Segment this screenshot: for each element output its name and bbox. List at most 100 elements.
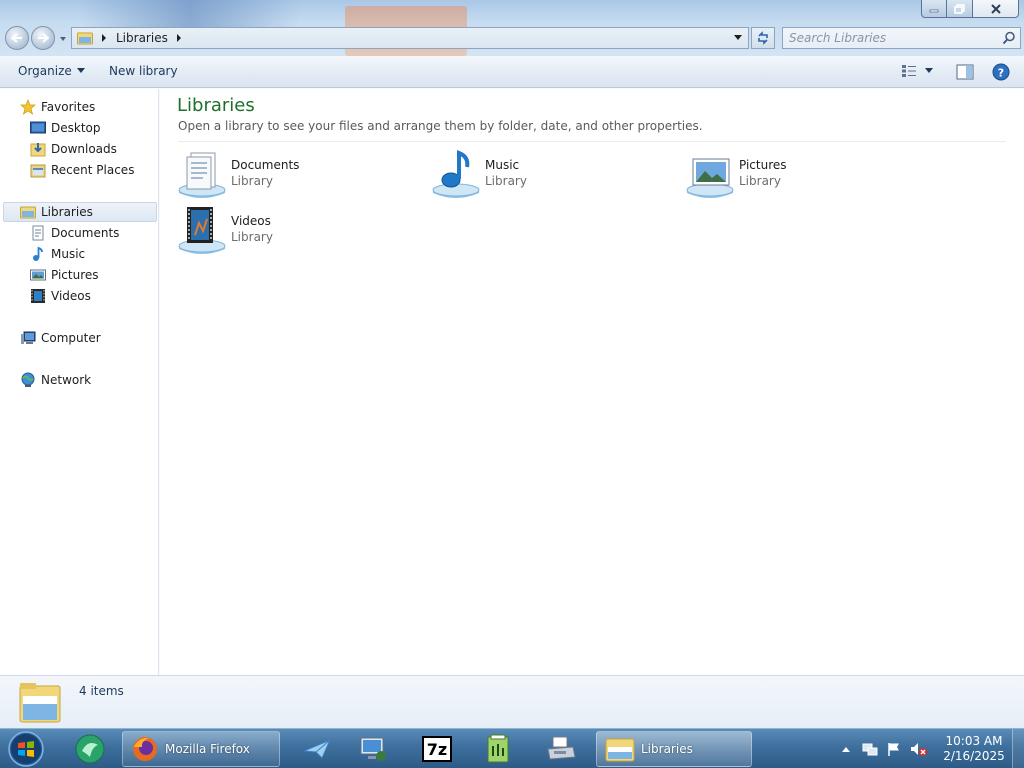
documents-library-icon bbox=[178, 152, 226, 198]
clock[interactable]: 10:03 AM 2/16/2025 bbox=[940, 734, 1008, 764]
green-app-icon bbox=[75, 734, 105, 764]
restore-button[interactable] bbox=[947, 0, 973, 18]
address-bar[interactable]: Libraries bbox=[71, 27, 749, 49]
taskbar-label: Mozilla Firefox bbox=[165, 742, 250, 756]
address-dropdown-button[interactable] bbox=[730, 30, 746, 46]
library-tile-documents[interactable]: Documents Library bbox=[177, 149, 407, 201]
nav-favorites[interactable]: Favorites bbox=[20, 97, 95, 117]
nav-item-desktop[interactable]: Desktop bbox=[30, 118, 101, 138]
nav-item-music[interactable]: Music bbox=[30, 244, 85, 264]
libraries-folder-icon bbox=[605, 738, 635, 762]
close-button[interactable] bbox=[973, 0, 1019, 18]
system-tray bbox=[842, 729, 928, 768]
search-input[interactable] bbox=[783, 28, 993, 48]
videos-icon bbox=[31, 289, 45, 303]
nav-libraries-label: Libraries bbox=[41, 205, 93, 219]
organize-button[interactable]: Organize bbox=[18, 64, 85, 78]
volume-muted-icon[interactable] bbox=[910, 741, 928, 757]
printer-fax-icon bbox=[547, 736, 576, 760]
recent-places-icon bbox=[30, 164, 46, 178]
taskbar-notepad-plus[interactable] bbox=[477, 731, 519, 767]
action-center-flag-icon[interactable] bbox=[886, 741, 902, 757]
music-icon bbox=[33, 246, 43, 261]
nav-item-label: Music bbox=[51, 247, 86, 261]
clock-date: 2/16/2025 bbox=[943, 749, 1005, 763]
firefox-icon bbox=[133, 737, 157, 761]
nav-item-label: Downloads bbox=[51, 142, 117, 156]
pictures-icon bbox=[30, 269, 46, 281]
search-box bbox=[782, 27, 1021, 49]
chevron-down-icon bbox=[734, 35, 742, 40]
title-bar: Libraries bbox=[0, 0, 1024, 56]
nav-network[interactable]: Network bbox=[20, 370, 91, 390]
minimize-button[interactable] bbox=[921, 0, 947, 18]
new-library-button[interactable]: New library bbox=[109, 64, 178, 78]
page-title: Libraries bbox=[177, 95, 255, 116]
library-type: Library bbox=[231, 174, 273, 188]
nav-favorites-label: Favorites bbox=[41, 100, 96, 114]
library-tile-pictures[interactable]: Pictures Library bbox=[685, 149, 915, 201]
taskbar-libraries[interactable]: Libraries bbox=[596, 731, 752, 767]
start-orb-icon[interactable] bbox=[5, 730, 47, 768]
nav-item-label: Pictures bbox=[51, 268, 99, 282]
forward-button[interactable] bbox=[31, 26, 55, 50]
command-bar: Organize New library ? bbox=[0, 56, 1024, 88]
paper-plane-icon bbox=[303, 739, 331, 759]
nav-item-recent-places[interactable]: Recent Places bbox=[30, 160, 134, 180]
taskbar-firefox[interactable]: Mozilla Firefox bbox=[122, 731, 280, 767]
taskbar-printer-fax[interactable] bbox=[540, 731, 582, 767]
arrow-left-icon bbox=[11, 33, 22, 43]
back-button[interactable] bbox=[5, 26, 29, 50]
nav-item-label: Documents bbox=[51, 226, 120, 240]
library-tile-music[interactable]: Music Library bbox=[431, 149, 661, 201]
libraries-folder-icon bbox=[20, 206, 36, 219]
nav-computer[interactable]: Computer bbox=[20, 328, 101, 348]
show-desktop-button[interactable] bbox=[1012, 729, 1024, 768]
content-area: Libraries Open a library to see your fil… bbox=[160, 89, 1024, 675]
change-view-button[interactable] bbox=[901, 64, 933, 78]
caption-buttons bbox=[921, 0, 1019, 18]
nav-computer-label: Computer bbox=[41, 331, 101, 345]
svg-text:7z: 7z bbox=[427, 740, 447, 759]
taskbar-green-app[interactable] bbox=[68, 731, 112, 767]
library-tile-videos[interactable]: Videos Library bbox=[177, 205, 407, 257]
clock-time: 10:03 AM bbox=[945, 734, 1003, 748]
search-icon[interactable] bbox=[1002, 31, 1016, 45]
chevron-down-icon bbox=[925, 68, 933, 73]
recent-pages-chevron-icon[interactable] bbox=[58, 34, 68, 44]
star-icon bbox=[20, 99, 36, 115]
nav-libraries[interactable]: Libraries bbox=[3, 202, 157, 222]
nav-item-pictures[interactable]: Pictures bbox=[30, 265, 99, 285]
details-pane: 4 items bbox=[0, 675, 1024, 728]
view-details-icon bbox=[902, 65, 916, 77]
network-icon bbox=[21, 372, 35, 387]
explorer-window: Libraries Organize New libra bbox=[0, 0, 1024, 728]
preview-pane-icon[interactable] bbox=[956, 64, 974, 80]
taskbar-remote-desktop[interactable] bbox=[352, 731, 394, 767]
refresh-button[interactable] bbox=[751, 27, 775, 49]
nav-item-videos[interactable]: Videos bbox=[30, 286, 91, 306]
show-hidden-icons-chevron-icon[interactable] bbox=[842, 746, 850, 752]
libraries-folder-icon bbox=[19, 683, 61, 723]
taskbar-7zip[interactable]: 7z bbox=[416, 731, 458, 767]
7zip-icon: 7z bbox=[422, 736, 452, 762]
chevron-down-icon bbox=[76, 68, 85, 73]
breadcrumb-chevron-icon[interactable] bbox=[100, 34, 108, 42]
pictures-library-icon bbox=[686, 158, 734, 198]
desktop-icon bbox=[30, 121, 46, 134]
library-type: Library bbox=[485, 174, 527, 188]
refresh-icon bbox=[758, 31, 768, 45]
minimize-icon bbox=[929, 9, 939, 12]
help-icon[interactable]: ? bbox=[992, 63, 1010, 81]
navigation-pane: Favorites Desktop Downloads Recent Place… bbox=[0, 89, 159, 675]
taskbar-paper-plane[interactable] bbox=[296, 731, 338, 767]
downloads-icon bbox=[30, 143, 46, 157]
nav-item-downloads[interactable]: Downloads bbox=[30, 139, 117, 159]
breadcrumb-libraries[interactable]: Libraries bbox=[116, 31, 168, 45]
nav-item-label: Videos bbox=[51, 289, 91, 303]
network-status-icon[interactable] bbox=[862, 741, 878, 757]
library-name: Videos bbox=[231, 214, 271, 228]
music-library-icon bbox=[432, 150, 480, 198]
breadcrumb-chevron-icon[interactable] bbox=[175, 34, 183, 42]
nav-item-documents[interactable]: Documents bbox=[30, 223, 119, 243]
